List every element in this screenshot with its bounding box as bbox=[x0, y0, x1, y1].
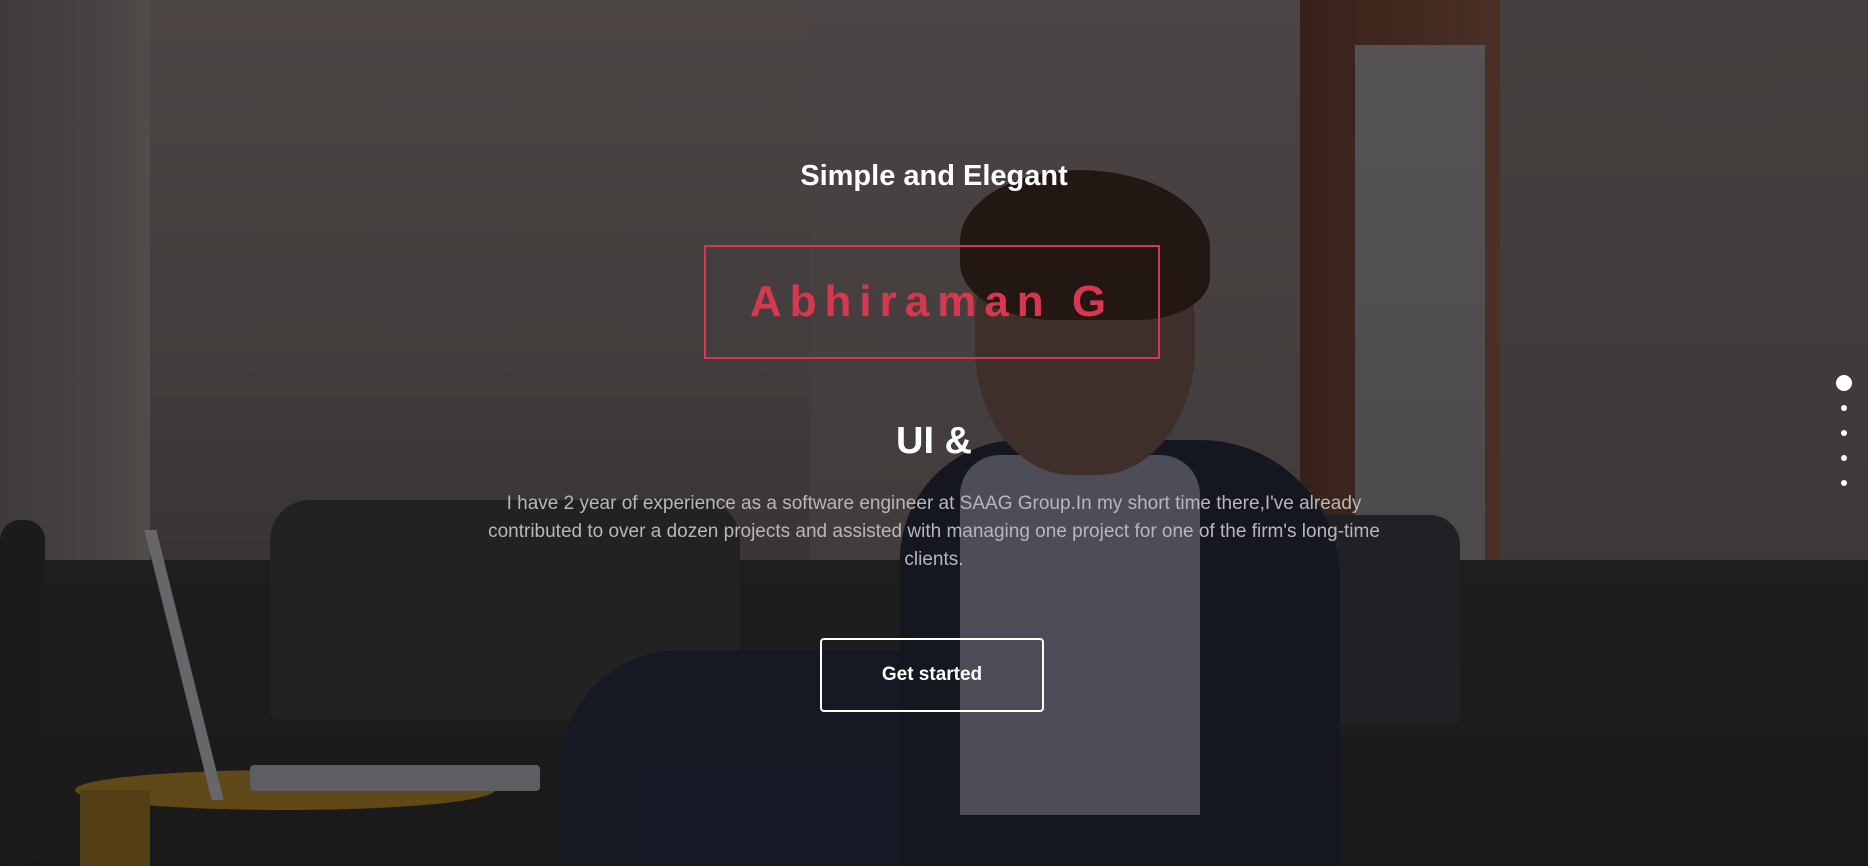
hero-role: UI & bbox=[896, 420, 972, 462]
pagination-dot-3[interactable] bbox=[1841, 430, 1847, 436]
pagination-dot-1[interactable] bbox=[1836, 375, 1852, 391]
hero-section: Simple and Elegant Abhiraman G UI & I ha… bbox=[0, 0, 1868, 866]
hero-content: Simple and Elegant Abhiraman G UI & I ha… bbox=[0, 0, 1868, 866]
hero-tagline: Simple and Elegant bbox=[800, 160, 1068, 192]
hero-name: Abhiraman G bbox=[749, 277, 1115, 326]
pagination-dot-2[interactable] bbox=[1841, 405, 1847, 411]
name-frame: Abhiraman G bbox=[704, 245, 1160, 359]
slide-pagination bbox=[1832, 375, 1856, 505]
get-started-button[interactable]: Get started bbox=[820, 638, 1044, 712]
pagination-dot-5[interactable] bbox=[1841, 480, 1847, 486]
hero-bio: I have 2 year of experience as a softwar… bbox=[488, 493, 1380, 570]
pagination-dot-4[interactable] bbox=[1841, 455, 1847, 461]
